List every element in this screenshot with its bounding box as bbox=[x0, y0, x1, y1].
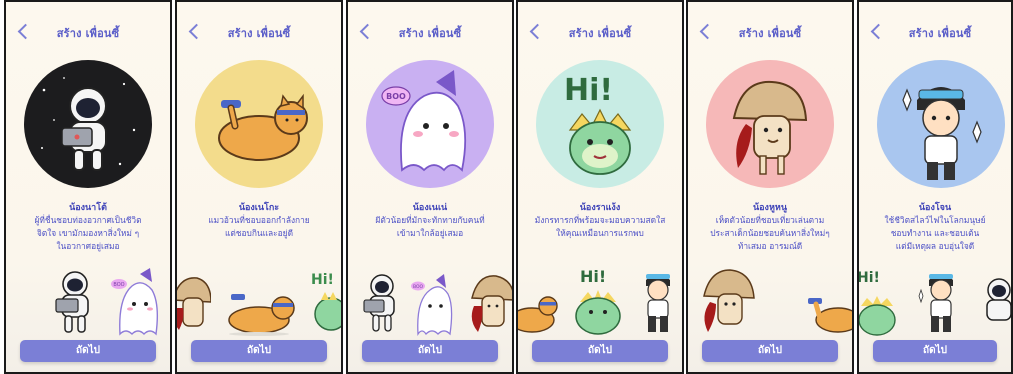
description-line: เข้ามาใกล้อยู่เสมอ bbox=[396, 228, 464, 238]
character-name: น้องนาโต้ bbox=[69, 203, 107, 213]
description-line: ท้าเสมอ อารมณ์ดี bbox=[737, 241, 803, 251]
mushroom-sticker bbox=[703, 269, 755, 332]
cat-illustration bbox=[218, 93, 308, 161]
character-circle bbox=[706, 60, 834, 188]
description-line: ผีตัวน้อยที่มักจะทักทายกับคนที่ bbox=[375, 215, 485, 225]
mushroom-illustration bbox=[732, 80, 808, 175]
character-name: น้องเนเน่ bbox=[412, 203, 448, 213]
hi-label: Hi! bbox=[311, 272, 334, 288]
dragon-sticker: Hi! bbox=[857, 270, 896, 336]
hi-label: Hi! bbox=[857, 270, 880, 286]
description-line: ประสาเด็กน้อยชอบค้นหาสิ่งใหม่ๆ bbox=[710, 228, 830, 238]
dragon-illustration: Hi! bbox=[564, 73, 632, 175]
screen-5: สร้าง เพื่อนซี้ น้องหูหนู เห็ดตัวน้อยที่… bbox=[686, 0, 854, 374]
boy-sticker bbox=[646, 274, 670, 332]
description-line: ชอบทำงาน และชอบเต้น bbox=[890, 228, 980, 238]
boy-illustration bbox=[902, 87, 982, 180]
boy-sticker bbox=[918, 274, 953, 332]
description-line: เห็ดตัวน้อยที่ชอบเที่ยวเล่นตาม bbox=[715, 215, 825, 225]
character-name: น้องโจน bbox=[918, 203, 952, 213]
boo-label: BOO bbox=[386, 92, 406, 101]
sticker-row: Hi! bbox=[518, 264, 682, 336]
screen-1: สร้าง เพื่อนซี้ น้องนาโต้ ผู้ที่ชื่นชอบท… bbox=[4, 0, 172, 374]
character-circle: Hi! bbox=[536, 60, 664, 188]
astronaut-sticker bbox=[986, 278, 1011, 321]
dragon-sticker: Hi! bbox=[311, 272, 341, 331]
next-button[interactable]: ถัดไป bbox=[873, 340, 997, 362]
next-button[interactable]: ถัดไป bbox=[532, 340, 668, 362]
character-name: น้องราแง้ง bbox=[579, 203, 621, 213]
screen-2: สร้าง เพื่อนซี้ น้องเนโกะ แมวอ้วนที่ชอบอ… bbox=[175, 0, 343, 374]
sticker-row bbox=[688, 264, 852, 336]
mushroom-sticker bbox=[471, 275, 512, 332]
character-name: น้องเนโกะ bbox=[238, 203, 280, 213]
sticker-row: BOO bbox=[6, 264, 170, 336]
astronaut-sticker bbox=[55, 271, 89, 333]
next-button[interactable]: ถัดไป bbox=[362, 340, 498, 362]
character-circle bbox=[877, 60, 1005, 188]
cat-sticker bbox=[228, 294, 295, 336]
character-description: มังกรทารกที่พร้อมจะมอบความสดใส ให้คุณเหม… bbox=[528, 214, 672, 240]
next-button[interactable]: ถัดไป bbox=[191, 340, 327, 362]
character-circle bbox=[195, 60, 323, 188]
description-line: ใช้ชีวิตสไลว์ไฟในโลกมนุษย์ bbox=[884, 215, 986, 225]
description-line: จิตใจ เขามักมองหาสิ่งใหม่ ๆ bbox=[36, 228, 140, 238]
character-circle bbox=[24, 60, 152, 188]
boo-label: BOO bbox=[413, 284, 424, 290]
dragon-sticker: Hi! bbox=[575, 267, 621, 335]
page-title: สร้าง เพื่อนซี้ bbox=[738, 27, 802, 40]
character-description: แมวอ้วนที่ชอบออกกำลังกาย แต่ชอบกินและอยู… bbox=[187, 214, 331, 240]
page-title: สร้าง เพื่อนซี้ bbox=[908, 27, 972, 40]
boo-label: BOO bbox=[113, 282, 124, 288]
ghost-sticker: BOO bbox=[111, 268, 159, 336]
screen-6: สร้าง เพื่อนซี้ น้องโจน ใช้ชีวิตสไลว์ไฟใ… bbox=[857, 0, 1013, 374]
page-title: สร้าง เพื่อนซี้ bbox=[227, 27, 291, 40]
hi-label: Hi! bbox=[580, 267, 606, 286]
page-title: สร้าง เพื่อนซี้ bbox=[568, 27, 632, 40]
hi-label: Hi! bbox=[564, 73, 613, 108]
description-line: แต่มีเหตุผล อบอุ่นใจดี bbox=[895, 241, 975, 251]
onboarding-screens-strip: สร้าง เพื่อนซี้ น้องนาโต้ ผู้ที่ชื่นชอบท… bbox=[0, 0, 1013, 374]
character-description: ใช้ชีวิตสไลว์ไฟในโลกมนุษย์ ชอบทำงาน และช… bbox=[869, 214, 1001, 253]
mushroom-sticker bbox=[177, 277, 211, 330]
sticker-row: Hi! bbox=[177, 264, 341, 336]
sticker-row: Hi! bbox=[859, 264, 1011, 336]
description-line: ผู้ที่ชื่นชอบท่องอวกาศเป็นชีวิต bbox=[34, 215, 142, 225]
astronaut-illustration bbox=[41, 77, 136, 171]
astronaut-sticker bbox=[363, 274, 395, 332]
page-title: สร้าง เพื่อนซี้ bbox=[56, 27, 120, 40]
screen-3: สร้าง เพื่อนซี้ BOO น้องเนเน่ ผีตัวน้อยท… bbox=[346, 0, 514, 374]
next-button[interactable]: ถัดไป bbox=[702, 340, 838, 362]
next-button[interactable]: ถัดไป bbox=[20, 340, 156, 362]
character-description: ผีตัวน้อยที่มักจะทักทายกับคนที่ เข้ามาใก… bbox=[358, 214, 502, 240]
sticker-row: BOO bbox=[348, 264, 512, 336]
description-line: แต่ชอบกินและอยู่ดี bbox=[224, 228, 294, 238]
page-title: สร้าง เพื่อนซี้ bbox=[398, 27, 462, 40]
ghost-sticker: BOO bbox=[411, 274, 453, 336]
character-name: น้องหูหนู bbox=[753, 203, 787, 213]
description-line: มังกรทารกที่พร้อมจะมอบความสดใส bbox=[534, 215, 666, 225]
description-line: ให้คุณเหมือนการแรกพบ bbox=[556, 228, 644, 238]
character-description: เห็ดตัวน้อยที่ชอบเที่ยวเล่นตาม ประสาเด็ก… bbox=[698, 214, 842, 253]
cat-sticker bbox=[808, 298, 852, 333]
character-description: ผู้ที่ชื่นชอบท่องอวกาศเป็นชีวิต จิตใจ เข… bbox=[16, 214, 160, 253]
description-line: ในอวกาศอยู่เสมอ bbox=[56, 241, 120, 251]
cat-sticker bbox=[518, 296, 558, 333]
ghost-illustration: BOO bbox=[381, 70, 467, 172]
screen-4: สร้าง เพื่อนซี้ Hi! น้องราแง้ง มังกรทารก… bbox=[516, 0, 684, 374]
character-circle: BOO bbox=[366, 60, 494, 188]
description-line: แมวอ้วนที่ชอบออกกำลังกาย bbox=[208, 215, 310, 225]
